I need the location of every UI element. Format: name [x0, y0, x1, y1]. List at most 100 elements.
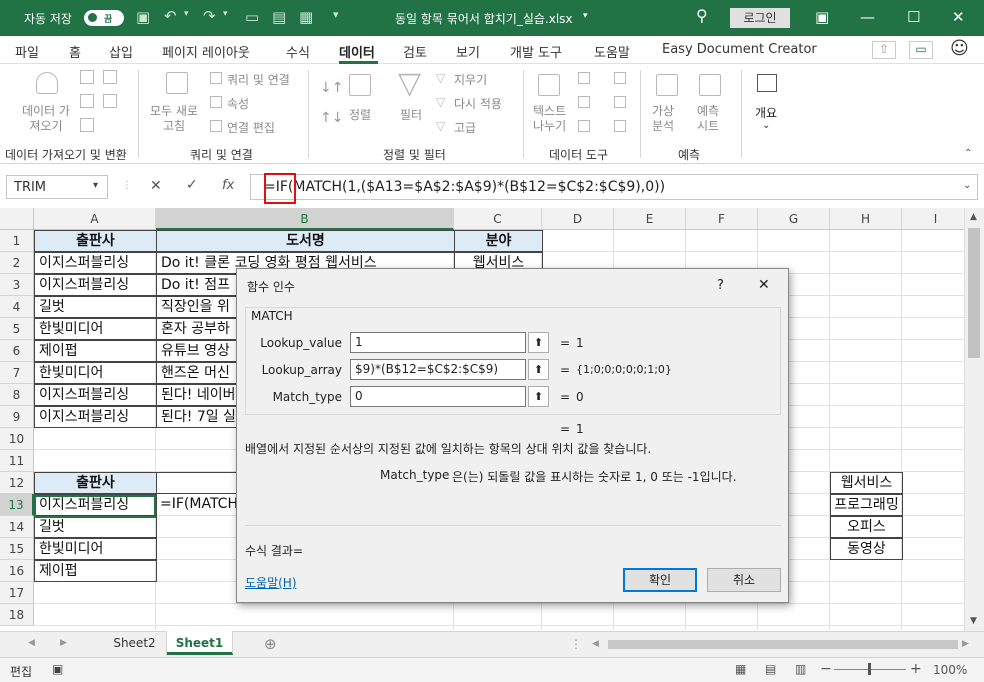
get-data-button[interactable]: 데이터 가 져오기: [22, 104, 70, 134]
maximize-icon[interactable]: ☐: [907, 8, 920, 26]
lookup-value-input[interactable]: 1: [350, 332, 526, 353]
from-web-icon[interactable]: [103, 70, 117, 84]
row-header-12[interactable]: 12: [0, 472, 34, 494]
tab-split-icon[interactable]: ⋮: [570, 637, 582, 651]
scroll-thumb[interactable]: [968, 228, 980, 358]
scroll-down-icon[interactable]: ▼: [970, 616, 977, 626]
flash-fill-icon[interactable]: [578, 72, 590, 84]
tab-developer[interactable]: 개발 도구: [510, 42, 562, 61]
row-header-8[interactable]: 8: [0, 384, 34, 406]
cancel-entry-icon[interactable]: ✕: [150, 178, 162, 194]
tab-page-layout[interactable]: 페이지 레이아웃: [162, 42, 250, 61]
expand-formula-bar-icon[interactable]: ⌄: [963, 180, 971, 191]
column-header-a[interactable]: A: [34, 208, 156, 230]
tab-formulas[interactable]: 수식: [286, 42, 310, 61]
zoom-level[interactable]: 100%: [933, 663, 967, 677]
table-cell[interactable]: 한빛미디어: [34, 318, 157, 340]
table-cell[interactable]: 제이펍: [34, 560, 157, 582]
text-to-columns-button[interactable]: 텍스트 나누기: [533, 104, 566, 134]
outline-button[interactable]: 개요: [755, 104, 777, 121]
minimize-icon[interactable]: —: [860, 8, 875, 26]
grid-icon[interactable]: ▦: [299, 8, 313, 26]
row-header-1[interactable]: 1: [0, 230, 34, 252]
match-type-input[interactable]: 0: [350, 386, 526, 407]
print-preview-icon[interactable]: ▭: [245, 8, 259, 26]
redo-icon[interactable]: ↷: [203, 7, 216, 25]
column-header-c[interactable]: C: [454, 208, 542, 230]
from-text-icon[interactable]: [80, 70, 94, 84]
tab-insert[interactable]: 삽입: [109, 42, 133, 61]
save-icon[interactable]: ▣: [136, 8, 150, 26]
row-header-18[interactable]: 18: [0, 604, 34, 626]
horizontal-scroll-thumb[interactable]: [608, 640, 958, 649]
tab-home[interactable]: 홈: [69, 42, 81, 61]
insert-function-icon[interactable]: fx: [222, 178, 234, 193]
existing-connections-icon[interactable]: [80, 118, 94, 132]
sort-descending-icon[interactable]: ↑↓: [320, 110, 343, 126]
refresh-all-button[interactable]: 모두 새로 고침: [150, 104, 198, 134]
tab-view[interactable]: 보기: [456, 42, 480, 61]
row-header-5[interactable]: 5: [0, 318, 34, 340]
side-list-item[interactable]: 오피스: [830, 516, 903, 538]
table-cell[interactable]: 한빛미디어: [34, 362, 157, 384]
queries-connections-button[interactable]: 쿼리 및 연결: [227, 71, 290, 88]
share-icon[interactable]: ⇧: [872, 41, 896, 59]
row-header-2[interactable]: 2: [0, 252, 34, 274]
forecast-sheet-button[interactable]: 예측 시트: [697, 104, 719, 134]
row-header-14[interactable]: 14: [0, 516, 34, 538]
scroll-up-icon[interactable]: ▲: [970, 212, 977, 222]
side-list-item[interactable]: 동영상: [830, 538, 903, 560]
row-header-15[interactable]: 15: [0, 538, 34, 560]
edit-links-button[interactable]: 연결 편집: [227, 119, 275, 136]
side-list-item[interactable]: 웹서비스: [830, 472, 903, 494]
hscroll-left-icon[interactable]: ◀: [592, 639, 599, 649]
collapse-dialog-icon[interactable]: ⬆: [528, 386, 549, 407]
add-sheet-icon[interactable]: ⊕: [264, 635, 277, 653]
formula-input[interactable]: =IF(MATCH(1,($A13=$A$2:$A$9)*(B$12=$C$2:…: [250, 174, 978, 200]
comments-icon[interactable]: ▭: [909, 41, 933, 59]
column-header-d[interactable]: D: [542, 208, 614, 230]
sheet-tab-sheet2[interactable]: Sheet2: [103, 631, 167, 655]
column-header-i[interactable]: I: [902, 208, 970, 230]
zoom-out-icon[interactable]: −: [820, 661, 832, 677]
row-header-4[interactable]: 4: [0, 296, 34, 318]
page-break-view-icon[interactable]: ▥: [795, 662, 806, 676]
feedback-smiley-icon[interactable]: ☺: [950, 38, 969, 59]
cancel-button[interactable]: 취소: [707, 568, 781, 592]
table-cell[interactable]: 이지스퍼블리싱: [34, 252, 157, 274]
row-header-7[interactable]: 7: [0, 362, 34, 384]
help-link[interactable]: 도움말(H): [245, 574, 297, 591]
autosave-toggle[interactable]: 끔: [84, 10, 124, 26]
undo-icon[interactable]: ↶: [164, 7, 177, 25]
row-header-17[interactable]: 17: [0, 582, 34, 604]
row-header-13[interactable]: 13: [0, 494, 34, 516]
collapse-dialog-icon[interactable]: ⬆: [528, 332, 549, 353]
lookup-array-input[interactable]: $9)*(B$12=$C$2:$C$9): [350, 359, 526, 380]
tab-file[interactable]: 파일: [15, 42, 39, 61]
data-model-icon[interactable]: [614, 120, 626, 132]
ribbon-display-icon[interactable]: ▣: [815, 8, 829, 26]
clear-button[interactable]: 지우기: [454, 71, 487, 88]
zoom-slider-thumb[interactable]: [868, 663, 871, 675]
relationships-icon[interactable]: [614, 96, 626, 108]
column-header-h[interactable]: H: [830, 208, 902, 230]
column-header-g[interactable]: G: [758, 208, 830, 230]
dialog-help-button[interactable]: ?: [717, 278, 724, 293]
advanced-button[interactable]: 고급: [454, 119, 476, 136]
data-validation-icon[interactable]: [578, 120, 590, 132]
table-cell[interactable]: 이지스퍼블리싱: [34, 406, 157, 428]
redo-dropdown-icon[interactable]: ▾: [223, 9, 228, 19]
prev-sheet-icon[interactable]: ◀: [28, 638, 35, 648]
side-list-item[interactable]: 프로그래밍: [830, 494, 903, 516]
vertical-scrollbar[interactable]: ▲ ▼: [964, 208, 984, 631]
row-header-16[interactable]: 16: [0, 560, 34, 582]
table-cell[interactable]: 이지스퍼블리싱: [34, 384, 157, 406]
file-name-dropdown-icon[interactable]: ▾: [583, 11, 588, 21]
tab-review[interactable]: 검토: [403, 42, 427, 61]
recent-sources-icon[interactable]: [103, 94, 117, 108]
table-cell[interactable]: 제이펍: [34, 340, 157, 362]
tab-easy-document-creator[interactable]: Easy Document Creator: [662, 42, 817, 57]
page-layout-view-icon[interactable]: ▤: [765, 662, 776, 676]
hscroll-right-icon[interactable]: ▶: [962, 639, 969, 649]
column-header-f[interactable]: F: [686, 208, 758, 230]
